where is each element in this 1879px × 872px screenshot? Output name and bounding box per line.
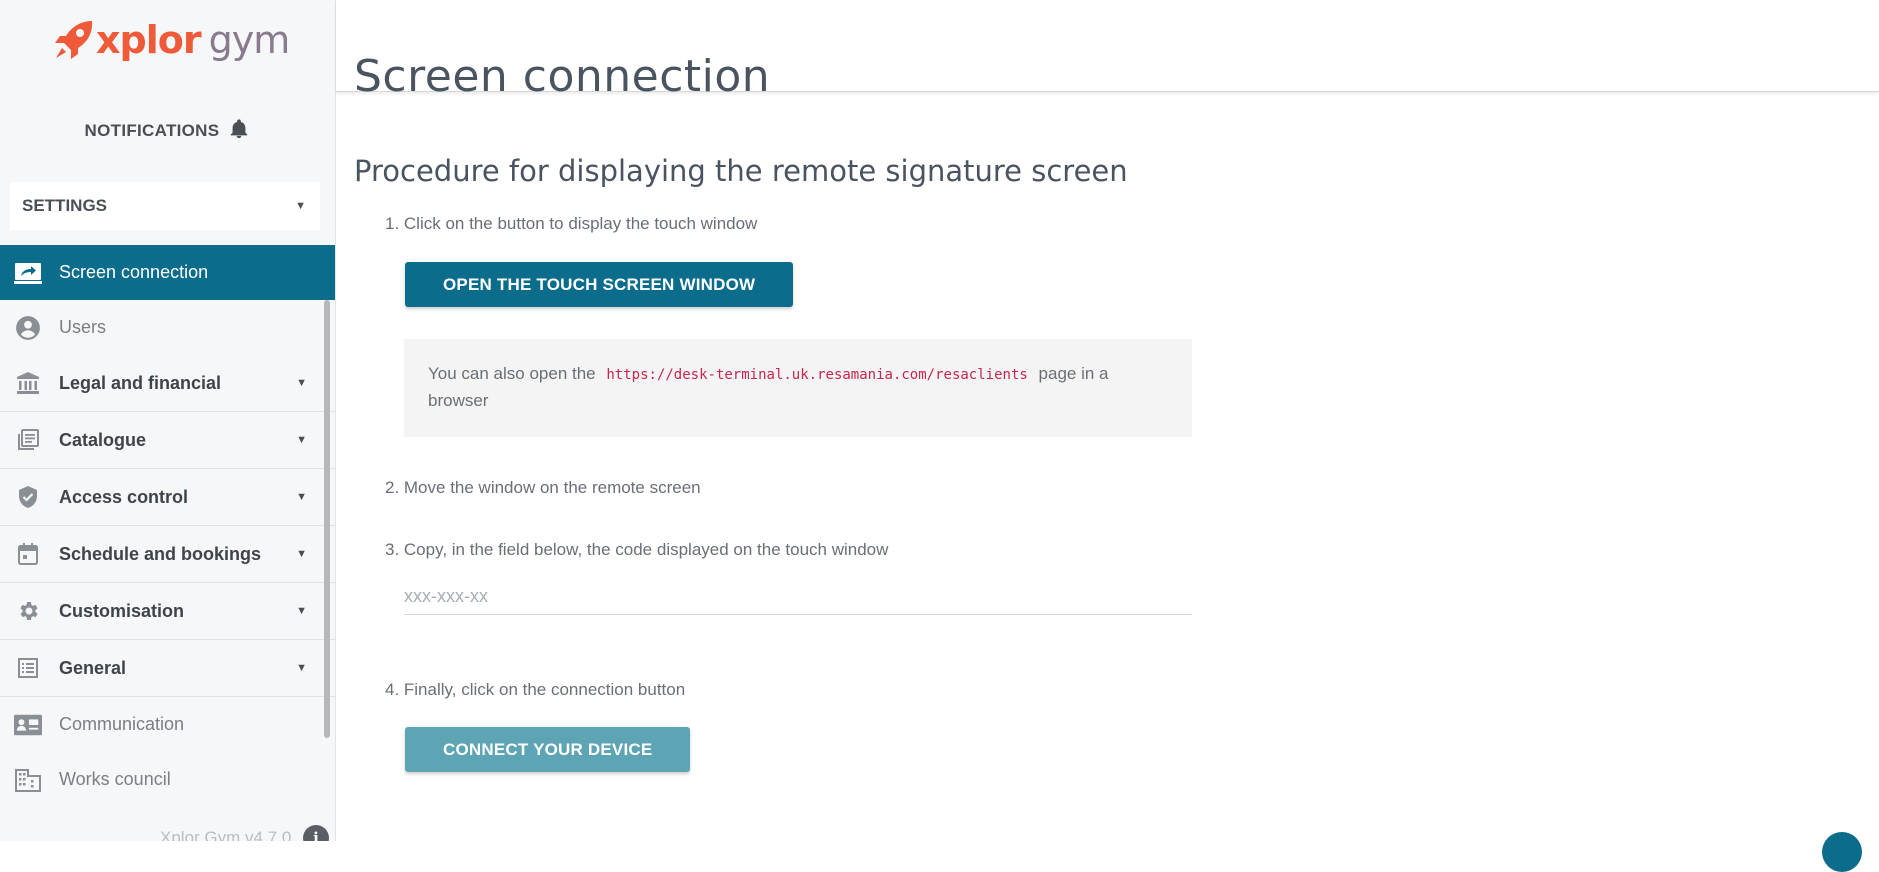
chevron-down-icon: ▼ (296, 548, 307, 560)
sidebar-item-label: Catalogue (59, 429, 147, 450)
building-icon (14, 766, 42, 794)
help-bubble[interactable] (1822, 832, 1862, 872)
sidebar-item-label: Schedule and bookings (59, 543, 262, 564)
notifications-link[interactable]: NOTIFICATIONS (0, 118, 335, 141)
chevron-down-icon: ▼ (296, 491, 307, 503)
bell-icon (231, 119, 248, 139)
sidebar-nav: Screen connection Users Legal and financ… (0, 245, 335, 807)
sidebar-item-screen-connection[interactable]: Screen connection (0, 245, 335, 300)
step-4-text: 4. Finally, click on the connection butt… (385, 680, 686, 699)
step-3-text: 3. Copy, in the field below, the code di… (385, 540, 889, 559)
list-icon (14, 654, 42, 682)
library-icon (14, 426, 42, 454)
connect-device-button[interactable]: CONNECT YOUR DEVICE (405, 727, 691, 772)
chevron-down-icon: ▼ (295, 200, 306, 212)
page-header: Screen connection (336, 0, 1879, 102)
chevron-down-icon: ▼ (296, 434, 307, 446)
sidebar-item-label: Users (59, 317, 107, 337)
sidebar-item-legal-and-financial[interactable]: Legal and financial ▼ (0, 355, 335, 412)
chevron-down-icon: ▼ (296, 605, 307, 617)
brand-name-xplor: xplor (96, 18, 202, 62)
sidebar-item-label: Screen connection (59, 262, 209, 282)
chevron-down-icon: ▼ (296, 662, 307, 674)
sidebar-item-communication[interactable]: Communication (0, 697, 335, 752)
sidebar-scrollbar[interactable] (324, 300, 330, 738)
brand-logo[interactable]: xplor gym (52, 14, 291, 66)
sidebar-item-customisation[interactable]: Customisation ▼ (0, 583, 335, 640)
sidebar-item-general[interactable]: General ▼ (0, 640, 335, 697)
connection-code-input[interactable] (404, 578, 1192, 615)
notifications-label: NOTIFICATIONS (84, 121, 220, 140)
sidebar-item-label: Customisation (59, 600, 185, 621)
note-prefix: You can also open the (428, 364, 596, 383)
open-touch-screen-window-button[interactable]: OPEN THE TOUCH SCREEN WINDOW (405, 262, 794, 307)
step-2-text: 2. Move the window on the remote screen (385, 478, 701, 497)
bank-icon (14, 369, 42, 397)
sidebar-item-label: Communication (59, 714, 185, 734)
procedure-title: Procedure for displaying the remote sign… (354, 154, 1128, 188)
user-circle-icon (14, 314, 42, 342)
app-version: Xplor Gym v4.7.0 (160, 828, 292, 841)
shield-check-icon (14, 483, 42, 511)
sidebar-item-access-control[interactable]: Access control ▼ (0, 469, 335, 526)
calendar-icon (14, 540, 42, 568)
info-icon[interactable]: i (303, 825, 329, 841)
sidebar-item-label: Access control (59, 486, 189, 507)
sidebar: xplor gym NOTIFICATIONS SETTINGS ▼ Screen… (0, 0, 336, 841)
brand-name-gym: gym (208, 18, 291, 62)
chevron-down-icon: ▼ (296, 377, 307, 389)
monitor-link-icon (14, 259, 42, 287)
sidebar-item-label: General (59, 657, 127, 678)
sidebar-item-schedule-and-bookings[interactable]: Schedule and bookings ▼ (0, 526, 335, 583)
section-select[interactable]: SETTINGS ▼ (10, 182, 320, 230)
resaclients-url[interactable]: https://desk-terminal.uk.resamania.com/r… (600, 367, 1033, 383)
section-select-value: SETTINGS (22, 196, 108, 215)
sidebar-item-label: Legal and financial (59, 372, 222, 393)
sidebar-item-works-council[interactable]: Works council (0, 752, 335, 807)
main-content: Procedure for displaying the remote sign… (336, 92, 1879, 841)
rocket-icon (55, 21, 93, 59)
sidebar-item-label: Works council (59, 769, 171, 789)
gear-icon (14, 597, 42, 625)
step-1-text: 1. Click on the button to display the to… (385, 214, 758, 233)
sidebar-item-users[interactable]: Users (0, 300, 335, 355)
sidebar-item-catalogue[interactable]: Catalogue ▼ (0, 412, 335, 469)
contact-card-icon (14, 711, 42, 739)
browser-url-note: You can also open the https://desk-termi… (404, 339, 1192, 437)
